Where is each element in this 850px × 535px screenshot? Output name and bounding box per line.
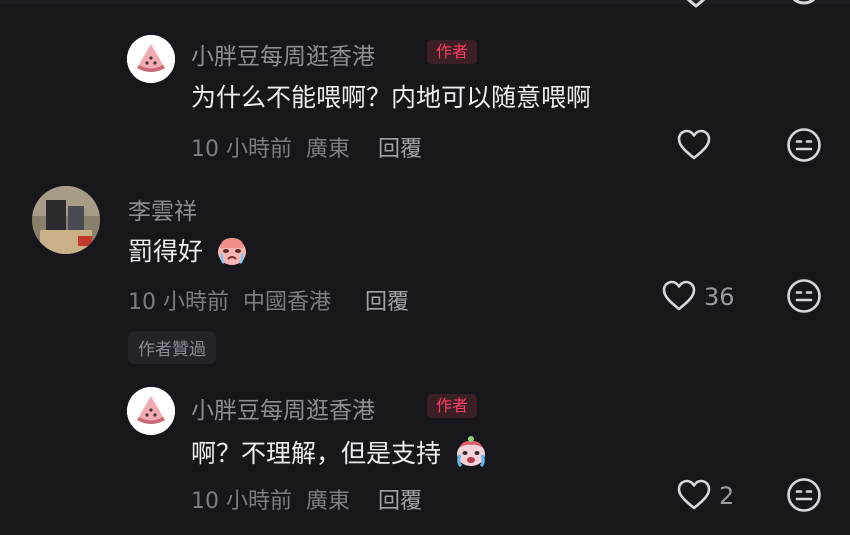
reply-button[interactable]: 回覆	[365, 284, 409, 316]
comment-location: 廣東	[306, 137, 351, 162]
comment-location: 廣東	[306, 489, 351, 514]
cropped-previous-row	[0, 0, 850, 4]
reply-button[interactable]: 回覆	[378, 131, 422, 163]
comment-thread: 小胖豆每周逛香港 作者 为什么不能喂啊？内地可以随意喂啊 10 小時前 廣東 回…	[0, 0, 850, 535]
avatar[interactable]	[32, 186, 100, 254]
comment-body: 罰得好	[128, 234, 249, 267]
comment-time: 10 小時前	[191, 489, 292, 514]
comment-item: 李雲祥 罰得好 10 小時前 中國香港 回覆 36 作者贊過	[0, 180, 850, 370]
comment-location: 中國香港	[243, 290, 332, 315]
comment-text: 罰得好	[128, 237, 204, 266]
heart-outline-icon[interactable]	[676, 129, 712, 161]
comment-text: 为什么不能喂啊？内地可以随意喂啊	[191, 83, 592, 112]
heart-outline-icon[interactable]	[661, 280, 697, 312]
comment-time: 10 小時前	[191, 137, 292, 162]
author-badge: 作者	[427, 394, 478, 418]
avatar[interactable]	[127, 387, 175, 435]
avatar[interactable]	[127, 35, 175, 83]
author-badge: 作者	[427, 40, 478, 64]
heart-outline-icon[interactable]	[678, 0, 714, 10]
comment-time: 10 小時前	[128, 290, 229, 315]
comment-body: 啊？不理解，但是支持	[191, 434, 489, 469]
watermelon-avatar-icon	[127, 35, 175, 83]
user-photo-avatar	[32, 186, 100, 254]
comment-text: 啊？不理解，但是支持	[191, 439, 442, 468]
username[interactable]: 小胖豆每周逛香港	[191, 37, 375, 71]
like-count: 2	[719, 482, 735, 510]
username[interactable]: 小胖豆每周逛香港	[191, 391, 375, 425]
reply-item: 小胖豆每周逛香港 作者 啊？不理解，但是支持 10 小時前 廣東 回覆 2	[0, 380, 850, 535]
author-liked-tag: 作者贊過	[128, 331, 216, 364]
reply-item: 小胖豆每周逛香港 作者 为什么不能喂啊？内地可以随意喂啊 10 小時前 廣東 回…	[0, 28, 850, 168]
neutral-face-icon[interactable]	[786, 278, 822, 314]
neutral-face-icon[interactable]	[786, 477, 822, 513]
crying-face-emoji	[217, 238, 246, 265]
username[interactable]: 李雲祥	[128, 192, 197, 226]
like-count: 36	[704, 283, 735, 311]
heart-outline-icon[interactable]	[676, 479, 712, 511]
neutral-face-icon[interactable]	[786, 0, 822, 10]
reply-button[interactable]: 回覆	[378, 483, 422, 515]
watermelon-avatar-icon	[127, 387, 175, 435]
neutral-face-icon[interactable]	[786, 127, 822, 163]
crying-face-emoji	[456, 436, 485, 468]
